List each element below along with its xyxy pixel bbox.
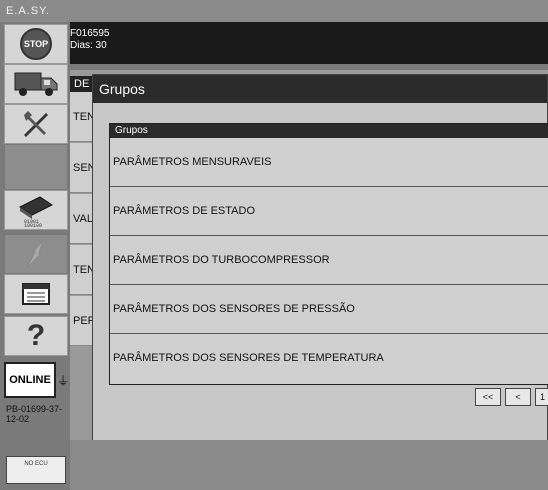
list-item[interactable]: PARÂMETROS DO TURBOCOMPRESSOR [110,236,548,285]
groups-dialog: Grupos Grupos PARÂMETROS MENSURAVEIS PAR… [92,74,548,442]
list-item[interactable]: PARÂMETROS DE ESTADO [110,187,548,236]
empty-slot [4,144,68,190]
page-number[interactable]: 1 [535,388,548,406]
stop-icon: STOP [20,28,52,60]
no-ecu-indicator: NO ECU [6,456,66,484]
stop-button[interactable]: STOP [4,24,68,64]
report-icon [22,283,50,305]
days-remaining: Dias: 30 [70,40,107,51]
online-status[interactable]: ONLINE [4,362,56,398]
list-header: Grupos [110,124,548,138]
diagnostics-icon [26,239,44,269]
list-item[interactable]: PARÂMETROS DOS SENSORES DE TEMPERATURA [110,334,548,383]
app-title: E.A.SY. [0,0,548,22]
bottom-strip [70,440,548,490]
tools-button[interactable] [4,104,68,144]
sidebar: STOP 01001 100100 ? ONLINE ⏚ PB-01699-37… [0,22,70,490]
dialog-title: Grupos [93,75,547,103]
svg-text:100100: 100100 [24,223,42,227]
vehicle-info-bar: F016595 Dias: 30 [70,22,548,64]
ecu-icon: 01001 100100 [19,196,53,227]
report-button[interactable] [4,274,68,314]
usb-icon: ⏚ [57,374,70,388]
vehicle-id: F016595 [70,28,110,39]
prev-page-button[interactable]: < [505,388,531,406]
groups-list: Grupos PARÂMETROS MENSURAVEIS PARÂMETROS… [109,123,548,385]
tools-icon [24,111,48,137]
ecu-button[interactable]: 01001 100100 [4,190,68,230]
first-page-button[interactable]: << [475,388,501,406]
list-item[interactable]: PARÂMETROS MENSURAVEIS [110,138,548,187]
vehicle-button[interactable] [4,64,68,104]
diagnostics-button[interactable] [4,234,68,274]
truck-icon [14,72,58,96]
ecu-id: PB-01699-37-12-02 [6,404,63,424]
help-button[interactable]: ? [4,316,68,356]
help-icon: ? [26,319,46,352]
list-item[interactable]: PARÂMETROS DOS SENSORES DE PRESSÃO [110,285,548,334]
